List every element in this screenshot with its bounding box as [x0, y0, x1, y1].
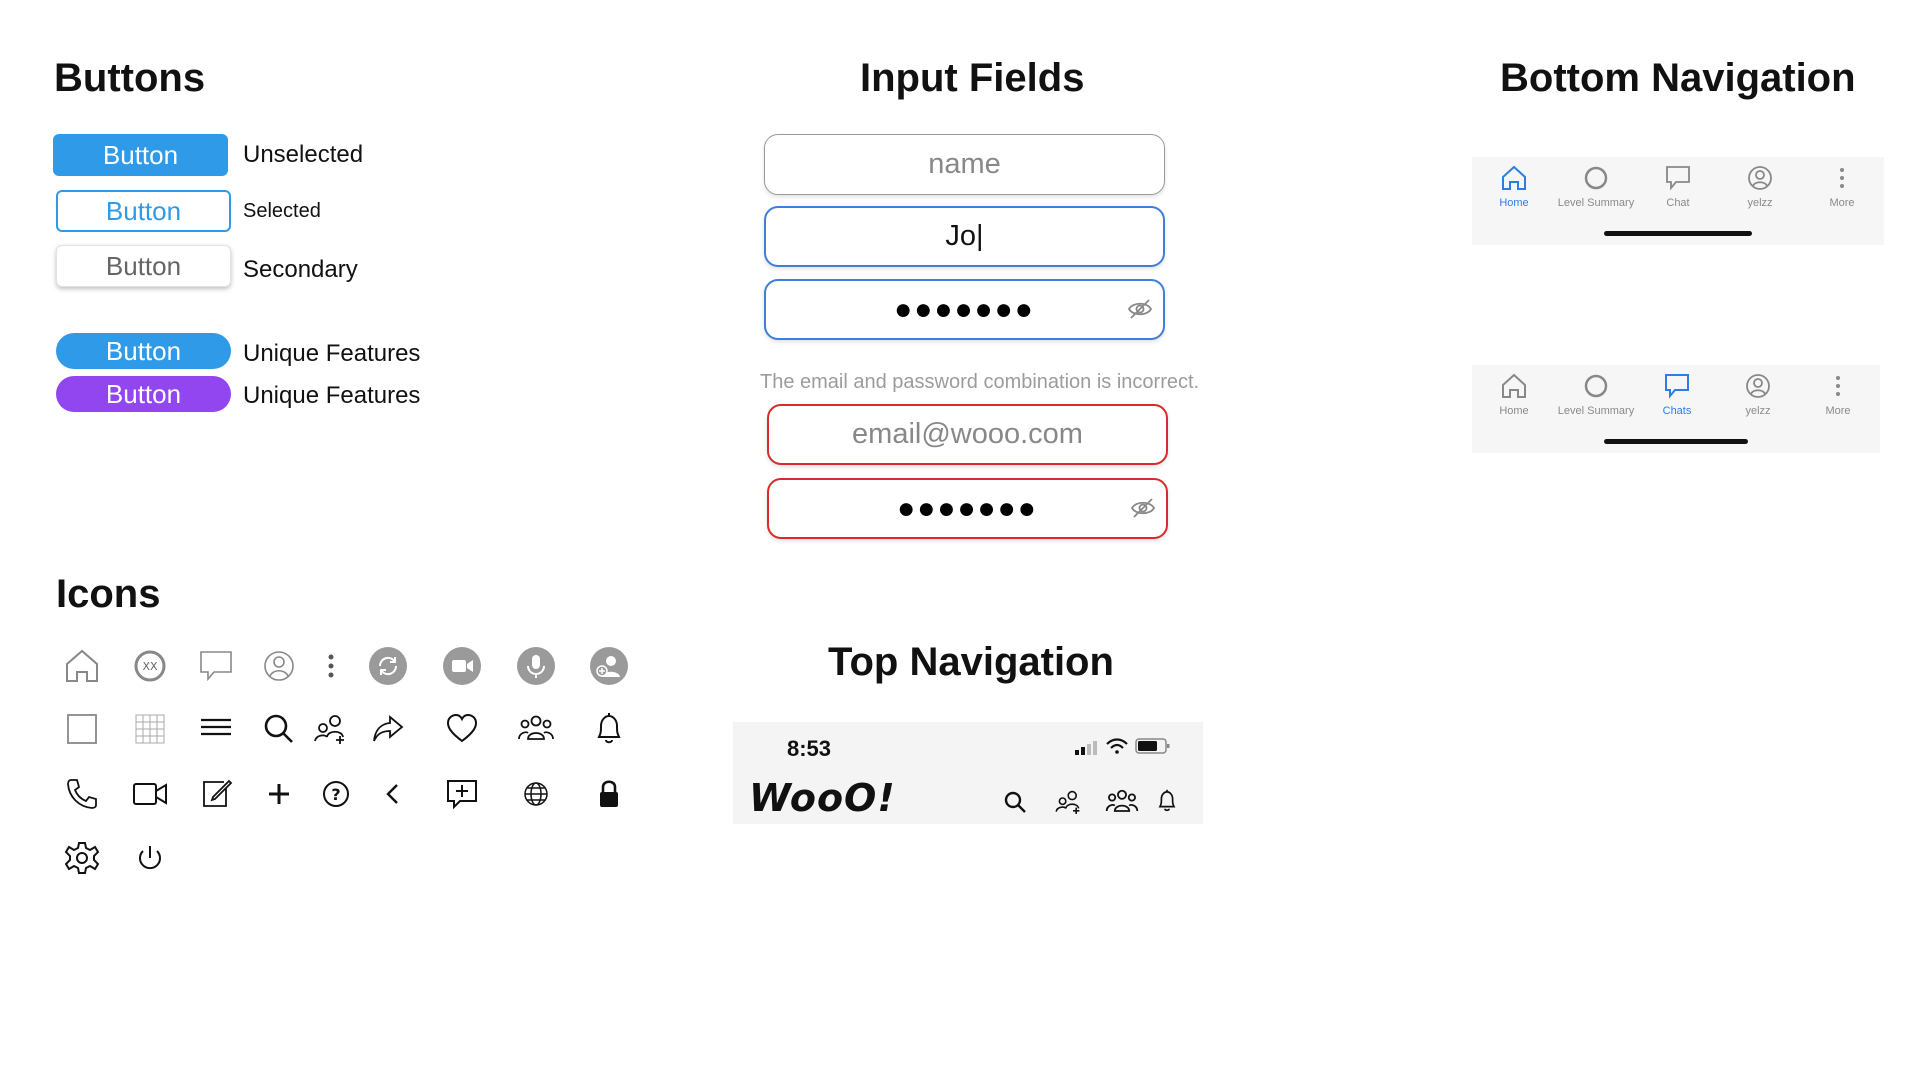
add-friend-icon[interactable]	[1053, 786, 1085, 818]
group-icon	[516, 709, 556, 749]
button-caption-secondary: Secondary	[243, 256, 358, 283]
search-icon	[259, 709, 299, 749]
video-camera-icon	[130, 774, 170, 814]
bottom-nav-item-home[interactable]: Home	[1474, 371, 1554, 417]
power-icon	[130, 838, 170, 878]
bottom-nav-bar-1: Home Level Summary Chat yelzz More	[1472, 157, 1884, 245]
password-mask: ●●●●●●●	[894, 292, 1035, 326]
password-mask-error: ●●●●●●●	[897, 491, 1038, 525]
mic-circle-icon	[516, 646, 556, 686]
heart-icon	[442, 709, 482, 749]
bottom-nav-item-home[interactable]: Home	[1474, 163, 1554, 209]
share-icon	[368, 709, 408, 749]
more-vertical-icon	[1836, 376, 1840, 396]
profile-icon	[259, 646, 299, 686]
wifi-icon	[1105, 736, 1129, 756]
error-message: The email and password combination is in…	[760, 371, 1200, 393]
chat-bubble-icon	[1665, 374, 1689, 399]
home-icon	[1502, 165, 1526, 190]
top-navigation-heading: Top Navigation	[828, 640, 1114, 684]
unique-feature-button-blue[interactable]: Button	[56, 333, 231, 369]
back-icon	[373, 774, 413, 814]
eye-off-icon[interactable]	[1130, 494, 1156, 518]
bottom-nav-item-level-summary[interactable]: Level Summary	[1556, 163, 1636, 209]
bottom-navigation-heading: Bottom Navigation	[1500, 56, 1856, 100]
menu-icon	[196, 709, 236, 749]
more-vertical-icon	[1840, 168, 1844, 188]
bottom-nav-item-yelzz[interactable]: yelzz	[1720, 163, 1800, 209]
battery-icon	[1135, 737, 1171, 755]
buttons-heading: Buttons	[54, 56, 206, 100]
bottom-nav-item-chat[interactable]: Chat	[1638, 163, 1718, 209]
home-icon	[62, 646, 102, 686]
top-navigation-bar: 8:53 WooO!	[733, 722, 1203, 824]
signal-icon	[1073, 738, 1099, 756]
svg-text:XX: XX	[142, 660, 158, 673]
level-ring-icon	[1584, 374, 1608, 398]
button-caption-selected: Selected	[243, 200, 321, 222]
password-input-error[interactable]: ●●●●●●●	[767, 478, 1168, 539]
phone-icon	[62, 774, 102, 814]
add-friend-icon	[311, 709, 351, 749]
globe-icon	[516, 774, 556, 814]
bottom-nav-bar-2: Home Level Summary Chats yelzz More	[1472, 365, 1880, 453]
search-icon[interactable]	[1001, 788, 1029, 816]
add-user-circle-icon	[589, 646, 629, 686]
eye-off-icon[interactable]	[1127, 295, 1153, 319]
input-fields-heading: Input Fields	[860, 56, 1085, 100]
email-input-error[interactable]: email@wooo.com	[767, 404, 1168, 465]
settings-icon	[62, 838, 102, 878]
status-time: 8:53	[787, 736, 832, 761]
bell-icon	[589, 709, 629, 749]
primary-button-unselected[interactable]: Button	[53, 134, 228, 176]
lock-icon	[589, 774, 629, 814]
name-input[interactable]: name	[764, 134, 1165, 195]
bottom-nav-item-more[interactable]: More	[1798, 371, 1878, 417]
bottom-nav-item-more[interactable]: More	[1802, 163, 1882, 209]
add-comment-icon	[442, 774, 482, 814]
button-caption-unselected: Unselected	[243, 141, 364, 168]
bottom-nav-item-chats[interactable]: Chats	[1637, 371, 1717, 417]
wooo-logo: WooO!	[749, 776, 896, 820]
primary-button-selected[interactable]: Button	[56, 190, 231, 232]
button-caption-unique-1: Unique Features	[243, 340, 421, 367]
profile-icon	[1748, 166, 1772, 190]
svg-text:?: ?	[331, 785, 340, 804]
video-circle-icon	[442, 646, 482, 686]
home-icon	[1502, 373, 1526, 398]
group-icon[interactable]	[1103, 784, 1141, 820]
bell-icon[interactable]	[1153, 786, 1181, 816]
profile-icon	[1746, 374, 1770, 398]
level-ring-icon	[1584, 166, 1608, 190]
button-caption-unique-2: Unique Features	[243, 382, 421, 409]
square-icon	[62, 709, 102, 749]
chat-bubble-icon	[196, 646, 236, 686]
icons-heading: Icons	[56, 572, 161, 616]
typing-input[interactable]: Jo|	[764, 206, 1165, 267]
grid-icon	[130, 709, 170, 749]
bottom-nav-item-yelzz[interactable]: yelzz	[1718, 371, 1798, 417]
secondary-button[interactable]: Button	[56, 245, 231, 287]
chat-bubble-icon	[1666, 166, 1690, 191]
edit-icon	[196, 774, 236, 814]
unique-feature-button-purple[interactable]: Button	[56, 376, 231, 412]
more-vertical-icon	[311, 646, 351, 686]
home-indicator	[1604, 231, 1752, 236]
plus-icon	[259, 774, 299, 814]
password-input[interactable]: ●●●●●●●	[764, 279, 1165, 340]
xx-badge-icon: XX	[130, 646, 170, 686]
bottom-nav-item-level-summary[interactable]: Level Summary	[1556, 371, 1636, 417]
refresh-circle-icon	[368, 646, 408, 686]
home-indicator	[1604, 439, 1748, 444]
help-icon: ?	[316, 774, 356, 814]
